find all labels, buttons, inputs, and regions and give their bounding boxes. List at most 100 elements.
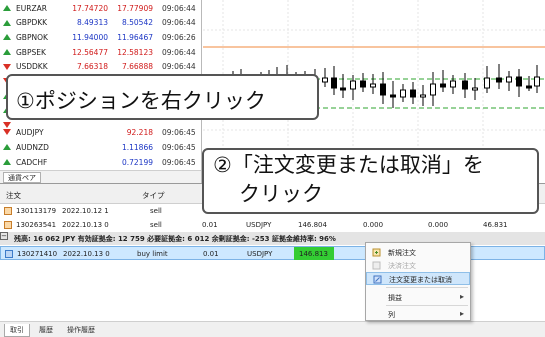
- market-watch-row[interactable]: GBPSEK 12.56477 12.58123 09:06:44: [0, 45, 201, 60]
- time: 09:06:44: [162, 47, 196, 57]
- order-current-price: 46.831: [483, 221, 508, 229]
- candle-body: [440, 83, 446, 88]
- order-time: 2022.10.13 0: [62, 221, 109, 229]
- market-watch-row[interactable]: GBPNOK 11.94000 11.96467 09:06:26: [0, 30, 201, 45]
- market-watch-row[interactable]: AUDNZD 1.11866 09:06:45: [0, 140, 201, 155]
- arrow-down-icon: [3, 129, 11, 136]
- symbol: CADCHF: [16, 157, 48, 167]
- candle-body: [526, 85, 532, 89]
- annotation-text: クリック: [239, 182, 323, 206]
- tab-currency-pairs[interactable]: 通貨ペア: [3, 172, 41, 183]
- ask: 92.218: [126, 127, 153, 137]
- close-order-icon: [372, 261, 381, 270]
- annotation-text: ①ポジションを右クリック: [16, 89, 266, 113]
- candle-body: [516, 76, 522, 87]
- market-watch-row[interactable]: CADCHF 0.72199 09:06:45: [0, 155, 201, 170]
- time: 09:06:44: [162, 18, 196, 28]
- candle-body: [322, 77, 328, 83]
- arrow-up-icon: [3, 19, 11, 26]
- menu-separator: [386, 305, 468, 306]
- tab-history[interactable]: 履歴: [34, 324, 58, 337]
- bid: 11.94000: [72, 32, 108, 42]
- new-order-icon: [372, 248, 381, 257]
- arrow-up-icon: [3, 159, 11, 166]
- arrow-up-icon: [3, 34, 11, 41]
- arrow-up-icon: [3, 5, 11, 12]
- candle-body: [420, 94, 426, 98]
- candle-body: [380, 83, 386, 96]
- arrow-up-icon: [3, 144, 11, 151]
- market-watch-row[interactable]: EURZAR 17.74720 17.77909 09:06:44: [0, 1, 201, 16]
- order-icon: [4, 207, 12, 215]
- symbol: AUDJPY: [16, 127, 44, 137]
- time: 09:06:45: [162, 142, 196, 152]
- column-type[interactable]: タイプ: [142, 190, 165, 201]
- table-row[interactable]: 130263541 2022.10.13 0 sell 0.01 USDJPY …: [0, 218, 545, 232]
- ask: 0.72199: [121, 157, 153, 167]
- candle-body: [506, 76, 512, 83]
- menu-separator: [386, 287, 468, 288]
- time: 09:06:44: [162, 62, 196, 72]
- order-type: buy limit: [137, 250, 168, 258]
- bid: 17.74720: [72, 3, 108, 13]
- annotation-step-1: ①ポジションを右クリック: [6, 74, 319, 120]
- candle-body: [340, 87, 346, 91]
- market-watch-row[interactable]: AUDJPY 92.218 09:06:45: [0, 125, 201, 140]
- menu-item-modify-or-delete[interactable]: 注文変更または取消: [366, 272, 470, 285]
- candle-body: [430, 83, 436, 96]
- candle-body: [472, 87, 478, 91]
- candle-body: [350, 80, 356, 90]
- menu-item-profit[interactable]: 損益 ▸: [366, 291, 470, 304]
- order-volume: 0.01: [203, 250, 219, 258]
- candle-body: [496, 77, 502, 83]
- order-id: 130271410: [17, 250, 58, 258]
- symbol: USDDKK: [16, 62, 48, 72]
- order-time: 2022.10.12 1: [62, 207, 109, 215]
- candle-body: [390, 94, 396, 98]
- order-id: 130113179: [16, 207, 57, 215]
- order-id: 130263541: [16, 221, 57, 229]
- candle-body: [450, 80, 456, 88]
- order-time: 2022.10.13 0: [63, 250, 110, 258]
- symbol: GBPDKK: [16, 18, 48, 28]
- order-volume: 0.01: [202, 221, 218, 229]
- time: 09:06:45: [162, 157, 196, 167]
- terminal-tabbar: 取引 履歴 操作履歴: [0, 321, 545, 337]
- bid: 7.66318: [76, 62, 108, 72]
- ask: 8.50542: [121, 18, 153, 28]
- arrow-down-icon: [3, 63, 11, 70]
- candle-body: [360, 80, 366, 88]
- symbol: AUDNZD: [16, 142, 49, 152]
- menu-item-columns[interactable]: 列 ▸: [366, 308, 470, 321]
- candle-body: [534, 76, 540, 87]
- candle-body: [370, 83, 376, 88]
- market-watch-row[interactable]: USDDKK 7.66318 7.66888 09:06:44: [0, 59, 201, 74]
- market-watch-tabbar: 通貨ペア: [0, 170, 201, 183]
- order-price: 146.813: [299, 250, 328, 258]
- ask: 1.11866: [121, 142, 153, 152]
- modify-order-icon: [373, 275, 382, 284]
- time: 09:06:44: [162, 3, 196, 13]
- tab-trade[interactable]: 取引: [4, 324, 30, 337]
- order-price: 146.804: [298, 221, 327, 229]
- annotation-step-2: ②「注文変更または取消」を クリック: [202, 148, 539, 214]
- order-symbol: USDJPY: [247, 250, 273, 258]
- symbol: EURZAR: [16, 3, 47, 13]
- order-type: sell: [150, 221, 162, 229]
- candle-body: [462, 80, 468, 90]
- time: 09:06:26: [162, 32, 196, 42]
- ask: 7.66888: [121, 62, 153, 72]
- tab-journal[interactable]: 操作履歴: [62, 324, 100, 337]
- context-menu: 新規注文 決済注文 注文変更または取消 損益 ▸ 列 ▸: [365, 242, 471, 321]
- collapse-icon[interactable]: −: [0, 232, 8, 240]
- candle-body: [400, 89, 406, 98]
- candle-body: [410, 89, 416, 98]
- column-order[interactable]: 注文: [6, 190, 21, 201]
- submenu-arrow-icon: ▸: [459, 309, 464, 318]
- order-symbol: USDJPY: [246, 221, 272, 229]
- order-sl: 0.000: [363, 221, 384, 229]
- symbol: GBPNOK: [16, 32, 48, 42]
- menu-item-new-order[interactable]: 新規注文: [366, 246, 470, 259]
- market-watch-row[interactable]: GBPDKK 8.49313 8.50542 09:06:44: [0, 16, 201, 31]
- annotation-text: ②「注文変更または取消」を: [213, 153, 484, 177]
